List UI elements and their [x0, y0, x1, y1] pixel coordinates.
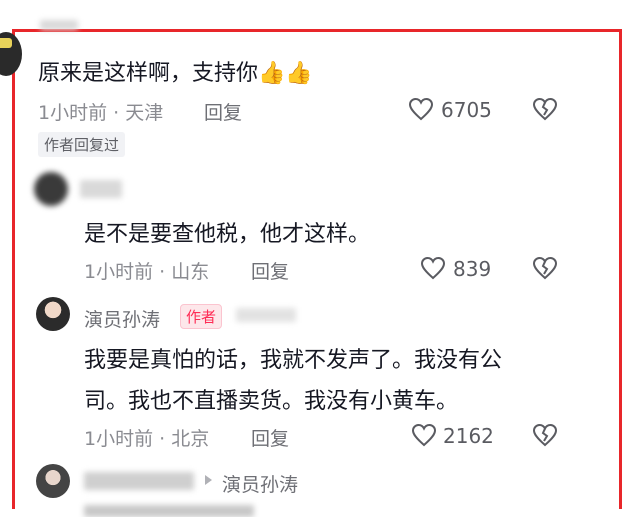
- reply-arrow-icon: [200, 472, 216, 488]
- like-count: 839: [453, 257, 492, 281]
- reply-button[interactable]: 回复: [204, 98, 242, 125]
- dislike-button[interactable]: [532, 422, 558, 448]
- avatar[interactable]: [36, 464, 70, 498]
- heart-icon: [411, 423, 437, 447]
- author-replied-tag: 作者回复过: [38, 132, 126, 157]
- heart-icon: [420, 256, 446, 280]
- like-button[interactable]: [408, 97, 434, 121]
- like-button[interactable]: [411, 423, 437, 447]
- comment-text-line2: 司。我也不直播卖货。我没有小黄车。: [84, 389, 459, 414]
- reply-to-username[interactable]: 演员孙涛: [222, 470, 298, 497]
- comment-meta: 1小时前 · 天津: [38, 102, 164, 124]
- like-count: 6705: [441, 98, 492, 122]
- reply-button[interactable]: 回复: [251, 424, 289, 451]
- blurred-text: [236, 308, 296, 322]
- blurred-username: [40, 20, 78, 30]
- dislike-button[interactable]: [532, 96, 558, 122]
- broken-heart-icon: [532, 423, 558, 447]
- blurred-username: [84, 472, 194, 490]
- blurred-text: [84, 505, 254, 517]
- broken-heart-icon: [532, 97, 558, 121]
- comment-meta: 1小时前 · 山东: [84, 261, 210, 283]
- reply-button[interactable]: 回复: [251, 257, 289, 284]
- broken-heart-icon: [532, 256, 558, 280]
- like-count: 2162: [443, 424, 494, 448]
- comment-text-line1: 我要是真怕的话，我就不发声了。我没有公: [84, 348, 503, 373]
- avatar[interactable]: [34, 172, 68, 206]
- author-username[interactable]: 演员孙涛: [84, 305, 160, 332]
- comment-text: 原来是这样啊，支持你👍👍: [38, 61, 313, 86]
- blurred-username: [80, 180, 122, 198]
- heart-icon: [408, 97, 434, 121]
- author-badge: 作者: [180, 304, 223, 329]
- comment-meta: 1小时前 · 北京: [84, 428, 210, 450]
- comment-text: 是不是要查他税，他才这样。: [84, 222, 371, 247]
- dislike-button[interactable]: [532, 255, 558, 281]
- author-avatar[interactable]: [36, 297, 70, 331]
- like-button[interactable]: [420, 256, 446, 280]
